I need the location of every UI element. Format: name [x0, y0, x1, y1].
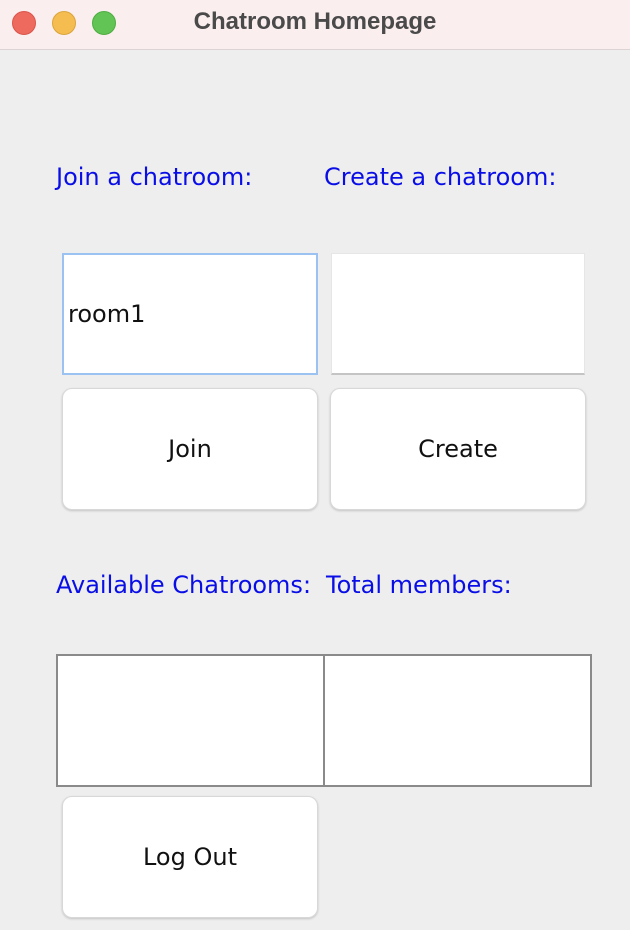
title-bar[interactable]: Chatroom Homepage [0, 0, 630, 50]
log-out-button[interactable]: Log Out [62, 796, 318, 918]
total-members-label: Total members: [326, 571, 512, 599]
join-room-input[interactable]: room1 [62, 253, 318, 375]
available-chatrooms-list[interactable] [56, 654, 325, 787]
window-title: Chatroom Homepage [193, 8, 437, 35]
join-chatroom-label: Join a chatroom: [56, 163, 253, 191]
total-members-list[interactable] [323, 654, 592, 787]
create-button[interactable]: Create [330, 388, 586, 510]
join-button[interactable]: Join [62, 388, 318, 510]
available-chatrooms-label: Available Chatrooms: [56, 571, 312, 599]
create-chatroom-label: Create a chatroom: [324, 163, 557, 191]
create-room-input[interactable] [331, 253, 585, 375]
